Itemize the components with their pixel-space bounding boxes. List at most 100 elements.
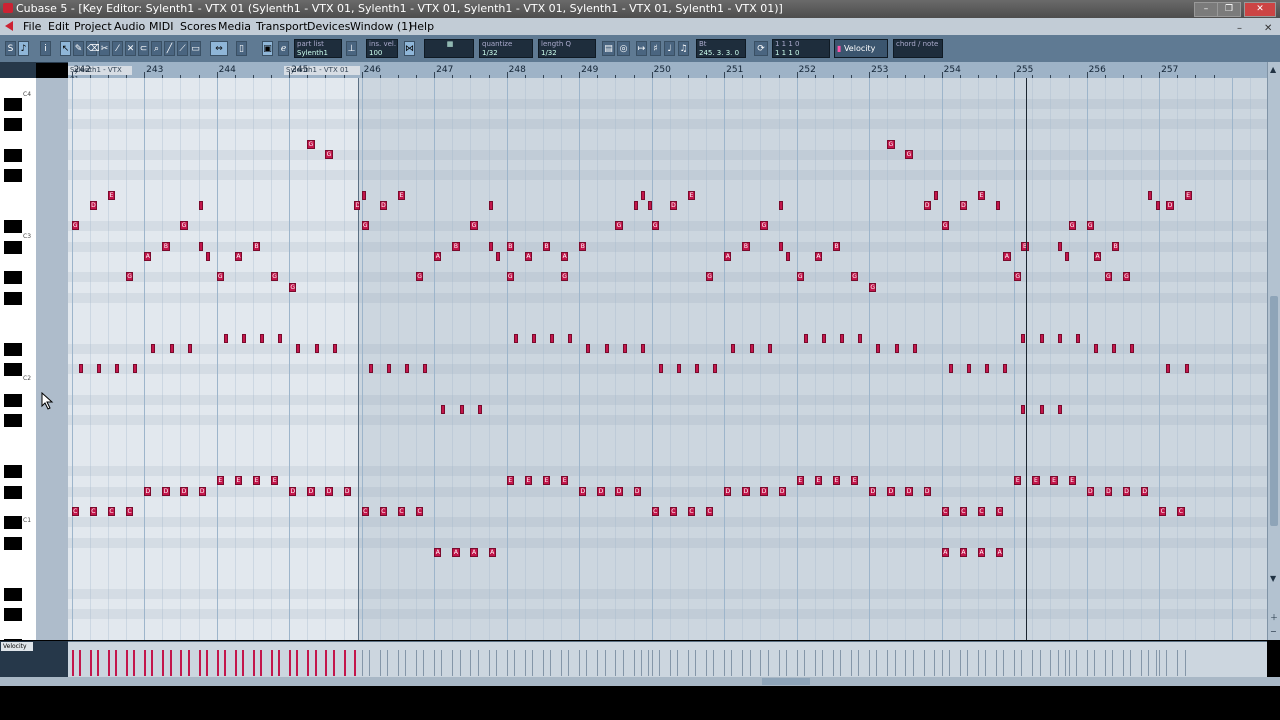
black-key[interactable]	[4, 485, 22, 499]
velocity-bar[interactable]	[1057, 650, 1059, 676]
midi-note[interactable]	[151, 343, 156, 353]
midi-note[interactable]	[423, 364, 428, 374]
velocity-bar[interactable]	[876, 650, 878, 676]
midi-note[interactable]: A	[996, 547, 1004, 557]
velocity-bar[interactable]	[579, 650, 581, 676]
horizontal-scrollbar[interactable]	[0, 677, 1280, 686]
black-key[interactable]	[4, 607, 22, 621]
midi-note[interactable]: B	[1021, 241, 1029, 251]
velocity-bar[interactable]	[959, 650, 961, 676]
midi-note[interactable]: G	[289, 282, 297, 292]
velocity-bar[interactable]	[368, 650, 370, 676]
midi-note[interactable]	[1112, 343, 1116, 353]
velocity-bar[interactable]	[778, 650, 780, 676]
midi-note[interactable]: D	[325, 486, 333, 496]
vertical-scrollbar[interactable]: ▲ ▼ ＋ −	[1267, 62, 1280, 640]
midi-note[interactable]	[1021, 404, 1026, 414]
midi-note[interactable]: G	[941, 221, 949, 231]
midi-note[interactable]: B	[452, 241, 460, 251]
midi-note[interactable]	[513, 333, 518, 343]
independent-track-loop-icon[interactable]: ⟳	[754, 41, 768, 56]
black-key[interactable]	[4, 393, 22, 407]
drumstick-tool-icon[interactable]: ▭	[190, 41, 201, 56]
midi-note[interactable]: E	[542, 476, 551, 486]
midi-note[interactable]	[948, 364, 953, 374]
velocity-bar[interactable]	[597, 650, 599, 676]
midi-note[interactable]	[198, 241, 203, 251]
velocity-bar[interactable]	[1184, 650, 1186, 676]
zoom-out-icon[interactable]: −	[1270, 627, 1277, 636]
velocity-bar[interactable]	[615, 650, 617, 676]
velocity-bar[interactable]	[354, 650, 357, 676]
insert-velocity-field[interactable]: ins. vel. 100	[366, 39, 398, 58]
midi-note[interactable]: D	[887, 486, 895, 496]
midi-note[interactable]: E	[796, 476, 804, 486]
midi-note[interactable]: G	[416, 272, 424, 282]
midi-note[interactable]: A	[977, 547, 986, 557]
mute-tool-icon[interactable]: ✕	[125, 41, 136, 56]
midi-note[interactable]: C	[669, 506, 677, 516]
velocity-bar[interactable]	[289, 650, 292, 676]
velocity-bar[interactable]	[162, 650, 165, 676]
midi-note[interactable]: D	[198, 486, 206, 496]
midi-note[interactable]: G	[796, 272, 804, 282]
midi-note[interactable]: G	[1068, 221, 1076, 231]
midi-note[interactable]	[1057, 404, 1062, 414]
black-key[interactable]	[4, 271, 22, 285]
black-key[interactable]	[4, 220, 22, 234]
velocity-bar[interactable]	[532, 650, 533, 676]
velocity-bar[interactable]	[434, 650, 436, 676]
velocity-bar[interactable]	[869, 650, 871, 676]
velocity-bar[interactable]	[803, 650, 805, 676]
midi-note[interactable]	[633, 200, 638, 210]
velocity-bar[interactable]	[1075, 650, 1077, 676]
midi-note[interactable]	[169, 343, 174, 353]
midi-note[interactable]	[785, 251, 790, 261]
velocity-bar[interactable]	[252, 650, 255, 676]
midi-note[interactable]	[1057, 333, 1062, 343]
controller-lane-selector[interactable]: ▮ Velocity	[834, 39, 888, 58]
midi-note[interactable]: A	[434, 547, 442, 557]
midi-note[interactable]: C	[416, 506, 424, 516]
midi-note[interactable]	[205, 251, 210, 261]
midi-note[interactable]	[1064, 251, 1069, 261]
velocity-bar[interactable]	[640, 650, 642, 676]
midi-note[interactable]: B	[579, 241, 587, 251]
midi-note[interactable]: B	[252, 241, 261, 251]
velocity-bar[interactable]	[1155, 650, 1157, 676]
velocity-bar[interactable]	[633, 650, 635, 676]
midi-note[interactable]: G	[271, 272, 279, 282]
velocity-bar[interactable]	[1093, 650, 1095, 676]
midi-note[interactable]: B	[542, 241, 551, 251]
midi-note[interactable]: E	[977, 190, 986, 200]
midi-note[interactable]	[260, 333, 265, 343]
velocity-bar[interactable]	[133, 650, 136, 676]
zoom-tool-icon[interactable]: ⌕	[151, 41, 162, 56]
velocity-bar[interactable]	[169, 650, 172, 676]
velocity-bar[interactable]	[361, 650, 363, 676]
midi-note[interactable]: D	[162, 486, 170, 496]
velocity-bar[interactable]	[126, 650, 128, 676]
midi-note[interactable]: B	[742, 241, 750, 251]
erase-tool-icon[interactable]: ⌫	[86, 41, 100, 56]
midi-note[interactable]: C	[706, 506, 714, 516]
midi-note[interactable]	[658, 364, 663, 374]
midi-note[interactable]: C	[687, 506, 696, 516]
velocity-bar[interactable]	[89, 650, 92, 676]
midi-note[interactable]: D	[289, 486, 297, 496]
midi-note[interactable]: E	[561, 476, 569, 486]
midi-note[interactable]	[223, 333, 228, 343]
velocity-bar[interactable]	[71, 650, 74, 676]
midi-note[interactable]: D	[89, 200, 97, 210]
velocity-bar[interactable]	[658, 650, 660, 676]
midi-note[interactable]: D	[923, 486, 931, 496]
midi-note[interactable]	[1184, 364, 1189, 374]
velocity-bar[interactable]	[513, 650, 515, 676]
velocity-bar[interactable]	[397, 650, 399, 676]
velocity-bar[interactable]	[234, 650, 237, 676]
velocity-bar[interactable]	[713, 650, 715, 676]
velocity-bar[interactable]	[1050, 650, 1052, 676]
velocity-bar[interactable]	[706, 650, 707, 676]
midi-note[interactable]: B	[162, 241, 170, 251]
edit-only-part-icon[interactable]: ℯ	[278, 41, 289, 56]
